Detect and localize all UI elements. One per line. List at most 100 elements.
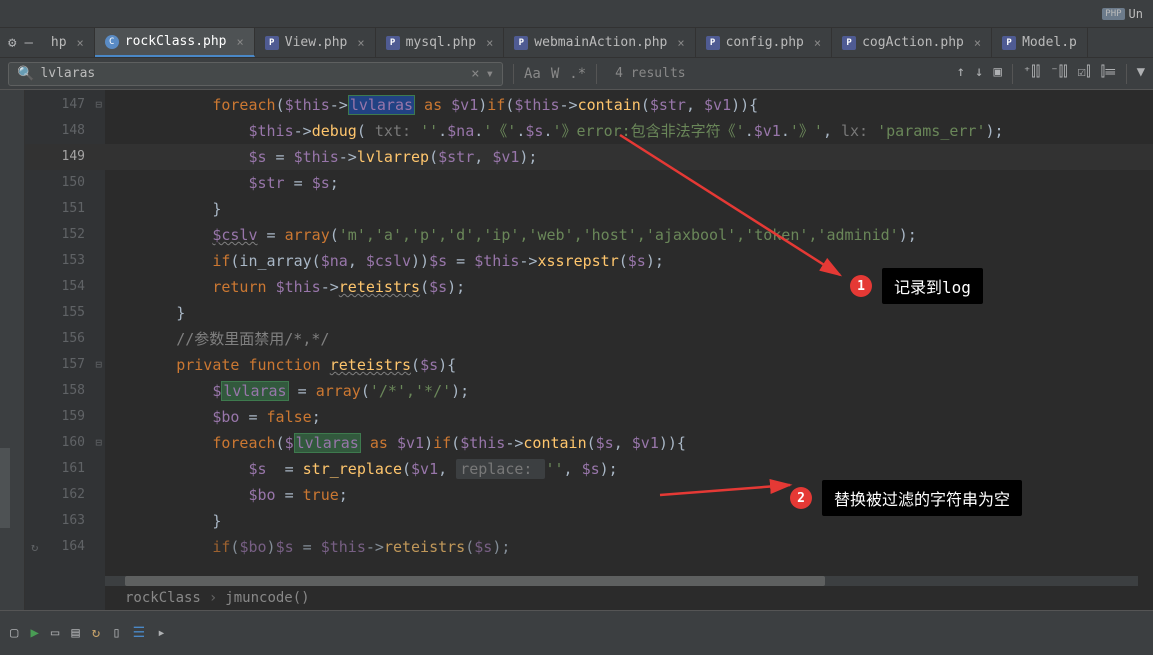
code-area[interactable]: foreach($this->lvlaras as $v1)if($this->… <box>105 90 1153 610</box>
separator <box>1126 64 1127 84</box>
code-line-161[interactable]: $s = str_replace($v1, replace: '', $s); <box>105 456 1153 482</box>
close-icon[interactable]: × <box>77 36 84 50</box>
line-number[interactable]: 158 <box>25 378 105 404</box>
scrollbar-thumb[interactable] <box>125 576 825 586</box>
code-line-151[interactable]: } <box>105 196 1153 222</box>
tab-rockclass[interactable]: C rockClass.php × <box>95 28 255 57</box>
close-icon[interactable]: × <box>974 36 981 50</box>
top-bar: PHP Un <box>0 0 1153 28</box>
tab-cogaction[interactable]: P cogAction.php × <box>832 28 992 57</box>
breadcrumb-class[interactable]: rockClass <box>125 590 201 606</box>
search-input[interactable] <box>40 66 471 81</box>
list-icon[interactable]: ☰ <box>133 625 146 641</box>
close-icon[interactable]: × <box>486 36 493 50</box>
code-line-160[interactable]: foreach($lvlaras as $v1)if($this->contai… <box>105 430 1153 456</box>
line-number[interactable]: 153 <box>25 248 105 274</box>
select-occurrences-icon[interactable]: ☑⫿ <box>1078 64 1091 84</box>
line-number[interactable]: 157 <box>25 352 105 378</box>
layers-icon[interactable]: ▤ <box>71 625 79 641</box>
code-line-154[interactable]: return $this->reteistrs($s); <box>105 274 1153 300</box>
close-icon[interactable]: × <box>237 35 244 49</box>
gear-icon[interactable]: ⚙ <box>8 35 16 51</box>
line-number[interactable]: 160 <box>25 430 105 456</box>
tab-mysql[interactable]: P mysql.php × <box>376 28 505 57</box>
search-clear-icon[interactable]: × <box>471 66 479 82</box>
line-number[interactable]: 163 <box>25 508 105 534</box>
line-number[interactable]: 148 <box>25 118 105 144</box>
php-icon: P <box>265 36 279 50</box>
code-line-164[interactable]: if($bo)$s = $this->reteistrs($s); <box>105 534 1153 560</box>
line-number[interactable]: 162 <box>25 482 105 508</box>
close-icon[interactable]: × <box>677 36 684 50</box>
code-line-150[interactable]: $str = $s; <box>105 170 1153 196</box>
words-icon[interactable]: W <box>551 66 559 82</box>
line-number[interactable]: 154 <box>25 274 105 300</box>
search-icon: 🔍 <box>17 66 34 82</box>
tool-icons: ⚙ — <box>0 28 41 57</box>
code-line-156[interactable]: //参数里面禁用/*,*/ <box>105 326 1153 352</box>
filter-icon[interactable]: ▼ <box>1137 64 1145 84</box>
close-icon[interactable]: × <box>814 36 821 50</box>
remove-selection-icon[interactable]: ⁻⫿⫿ <box>1050 64 1067 84</box>
line-number[interactable]: 159 <box>25 404 105 430</box>
code-line-159[interactable]: $bo = false; <box>105 404 1153 430</box>
line-number[interactable]: 150 <box>25 170 105 196</box>
refresh-icon[interactable]: ↻ <box>92 625 100 641</box>
next-match-icon[interactable]: ↓ <box>975 64 983 84</box>
line-number[interactable]: 164 <box>25 534 105 560</box>
code-line-148[interactable]: $this->debug( txt: ''.$na.'《'.$s.'》error… <box>105 118 1153 144</box>
prev-match-icon[interactable]: ↑ <box>957 64 965 84</box>
code-line-158[interactable]: $lvlaras = array('/*','*/'); <box>105 378 1153 404</box>
doc2-icon[interactable]: ▯ <box>112 625 120 641</box>
close-icon[interactable]: × <box>357 36 364 50</box>
line-number[interactable]: 149 <box>25 144 105 170</box>
tab-webmain[interactable]: P webmainAction.php × <box>504 28 695 57</box>
regex-icon[interactable]: .* <box>569 66 586 82</box>
chevron-down-icon[interactable]: ▾ <box>486 66 494 82</box>
tab-label: rockClass.php <box>125 34 227 49</box>
filter-lines-icon[interactable]: ⫿☰ <box>1101 64 1116 84</box>
line-number[interactable]: 152 <box>25 222 105 248</box>
search-options: Aa W .* <box>524 66 586 82</box>
tab-label: Model.p <box>1022 35 1077 50</box>
doc-icon[interactable]: ▭ <box>51 625 59 641</box>
php-icon: P <box>386 36 400 50</box>
class-icon: C <box>105 35 119 49</box>
minimap-viewport[interactable] <box>0 448 10 528</box>
add-selection-icon[interactable]: ⁺⫿⫿ <box>1023 64 1040 84</box>
line-number[interactable]: 147 <box>25 92 105 118</box>
line-number[interactable]: 151 <box>25 196 105 222</box>
results-count: 4 results <box>615 66 685 81</box>
line-number[interactable]: 161 <box>25 456 105 482</box>
breadcrumb-method[interactable]: jmuncode() <box>225 590 309 606</box>
annotation-badge: 2 <box>790 487 812 509</box>
code-line-155[interactable]: } <box>105 300 1153 326</box>
tab-label: View.php <box>285 35 348 50</box>
select-all-icon[interactable]: ▣ <box>993 64 1001 84</box>
tabs-bar: ⚙ — hp × C rockClass.php × P View.php × … <box>0 28 1153 58</box>
square-icon[interactable]: ▢ <box>10 625 18 641</box>
php-icon: P <box>1002 36 1016 50</box>
code-line-152[interactable]: $cslv = array('m','a','p','d','ip','web'… <box>105 222 1153 248</box>
tab-view[interactable]: P View.php × <box>255 28 376 57</box>
code-line-153[interactable]: if(in_array($na, $cslv))$s = $this->xssr… <box>105 248 1153 274</box>
horizontal-scrollbar[interactable] <box>105 576 1138 586</box>
match-case-icon[interactable]: Aa <box>524 66 541 82</box>
code-line-147[interactable]: foreach($this->lvlaras as $v1)if($this->… <box>105 92 1153 118</box>
breadcrumb[interactable]: rockClass › jmuncode() <box>105 586 330 610</box>
tab-model[interactable]: P Model.p <box>992 28 1088 57</box>
tab-0[interactable]: hp × <box>41 28 95 57</box>
code-line-149[interactable]: $s = $this->lvlarrep($str, $v1); <box>105 144 1153 170</box>
code-line-157[interactable]: private function reteistrs($s){ <box>105 352 1153 378</box>
more-icon[interactable]: ▸ <box>157 625 165 641</box>
tab-config[interactable]: P config.php × <box>696 28 833 57</box>
top-un-button[interactable]: PHP Un <box>1102 7 1143 21</box>
play-icon[interactable]: ▶ <box>30 625 38 641</box>
gutter: 147 148 149 150 151 152 153 154 155 156 … <box>25 90 105 610</box>
annotation-label: 记录到log <box>882 268 983 304</box>
minimize-icon[interactable]: — <box>24 35 32 51</box>
line-number[interactable]: 155 <box>25 300 105 326</box>
tab-label: config.php <box>726 35 804 50</box>
line-number[interactable]: 156 <box>25 326 105 352</box>
php-icon: P <box>706 36 720 50</box>
